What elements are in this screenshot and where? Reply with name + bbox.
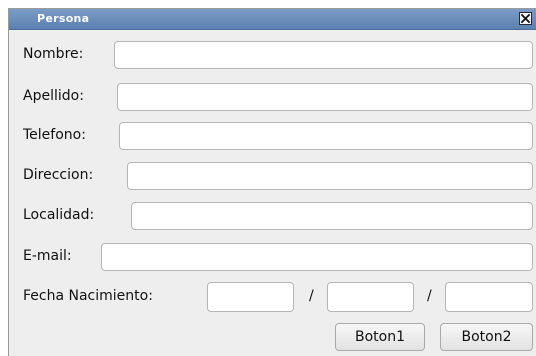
direccion-input[interactable] [127,162,533,190]
fecha-month-input[interactable] [327,282,414,312]
fecha-year-input[interactable] [445,282,533,312]
persona-window: Persona Nombre: Apellido: Telefono: Dire… [8,8,536,356]
fecha-day-input[interactable] [207,282,294,312]
fecha-separator: / [309,288,314,304]
email-input[interactable] [101,243,533,271]
close-button[interactable] [519,12,532,25]
apellido-input[interactable] [117,83,533,111]
telefono-input[interactable] [119,122,533,150]
nombre-input[interactable] [114,41,533,69]
boton2-button[interactable]: Boton2 [440,323,533,351]
fecha-nacimiento-label: Fecha Nacimiento: [23,288,153,304]
fecha-separator: / [427,288,432,304]
email-label: E-mail: [23,248,72,264]
telefono-label: Telefono: [23,127,86,143]
boton1-button[interactable]: Boton1 [335,323,425,351]
localidad-label: Localidad: [23,207,95,223]
direccion-label: Direccion: [23,167,94,183]
nombre-label: Nombre: [23,46,84,62]
window-title: Persona [37,12,90,25]
title-bar[interactable]: Persona [9,9,536,30]
close-icon [521,14,530,23]
apellido-label: Apellido: [23,88,84,104]
localidad-input[interactable] [131,202,533,230]
